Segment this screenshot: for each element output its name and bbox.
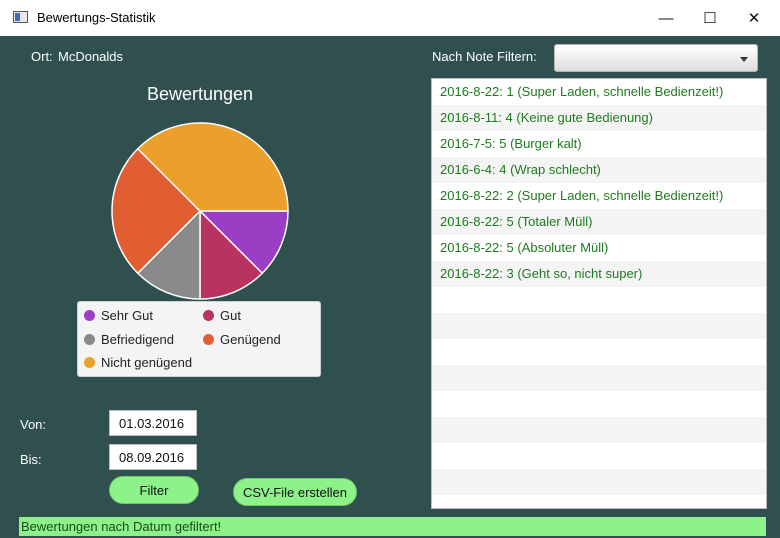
list-item[interactable]: [432, 469, 766, 495]
legend-item-sehr-gut: Sehr Gut: [84, 308, 153, 323]
chart-legend: Sehr Gut Gut Befriedigend Genügend Nicht…: [77, 301, 321, 377]
list-item[interactable]: [432, 391, 766, 417]
legend-label: Befriedigend: [101, 332, 174, 347]
minimize-button[interactable]: —: [643, 0, 689, 36]
legend-label: Nicht genügend: [101, 355, 193, 370]
list-item[interactable]: [432, 287, 766, 313]
grade-filter-select[interactable]: [554, 44, 758, 72]
list-item[interactable]: [432, 365, 766, 391]
close-button[interactable]: ✕: [731, 0, 777, 36]
app-icon: [13, 11, 28, 23]
list-item[interactable]: [432, 443, 766, 469]
filter-button[interactable]: Filter: [109, 476, 199, 504]
legend-item-befriedigend: Befriedigend: [84, 332, 174, 347]
legend-item-nicht-genuegend: Nicht genügend: [84, 355, 192, 370]
list-item[interactable]: 2016-7-5: 5 (Burger kalt): [432, 131, 766, 157]
chevron-down-icon: [740, 57, 748, 62]
filter-label: Nach Note Filtern:: [432, 49, 537, 64]
legend-item-gut: Gut: [203, 308, 241, 323]
legend-dot-gut: [203, 310, 214, 321]
to-date-label: Bis:: [20, 452, 42, 467]
legend-label: Sehr Gut: [101, 308, 154, 323]
csv-export-button[interactable]: CSV-File erstellen: [233, 478, 357, 506]
list-item[interactable]: 2016-8-22: 5 (Totaler Müll): [432, 209, 766, 235]
legend-dot-sehr-gut: [84, 310, 95, 321]
list-item[interactable]: [432, 417, 766, 443]
list-item[interactable]: 2016-6-4: 4 (Wrap schlecht): [432, 157, 766, 183]
legend-label: Gut: [220, 308, 241, 323]
list-item[interactable]: 2016-8-22: 3 (Geht so, nicht super): [432, 261, 766, 287]
title-bar: Bewertungs-Statistik — ☐ ✕: [0, 0, 780, 36]
from-date-input[interactable]: 01.03.2016: [109, 410, 197, 436]
legend-dot-genuegend: [203, 334, 214, 345]
list-item[interactable]: [432, 313, 766, 339]
location-value: McDonalds: [58, 49, 124, 64]
window-title: Bewertungs-Statistik: [37, 10, 156, 25]
main-panel: Ort: McDonalds Nach Note Filtern: Bewert…: [0, 36, 780, 538]
ratings-pie-chart: [111, 122, 289, 300]
ratings-list[interactable]: 2016-8-22: 1 (Super Laden, schnelle Bedi…: [431, 78, 767, 509]
list-item[interactable]: 2016-8-22: 5 (Absoluter Müll): [432, 235, 766, 261]
location-label: Ort:: [31, 49, 53, 64]
legend-dot-nicht-genuegend: [84, 357, 95, 368]
status-bar: Bewertungen nach Datum gefiltert!: [19, 517, 766, 536]
legend-label: Genügend: [220, 332, 281, 347]
legend-item-genuegend: Genügend: [203, 332, 281, 347]
list-item[interactable]: [432, 339, 766, 365]
maximize-button[interactable]: ☐: [687, 0, 733, 36]
chart-title: Bewertungen: [146, 84, 254, 104]
to-date-input[interactable]: 08.09.2016: [109, 444, 197, 470]
legend-dot-befriedigend: [84, 334, 95, 345]
list-item[interactable]: 2016-8-11: 4 (Keine gute Bedienung): [432, 105, 766, 131]
list-item[interactable]: 2016-8-22: 2 (Super Laden, schnelle Bedi…: [432, 183, 766, 209]
from-date-label: Von:: [20, 417, 47, 432]
list-item[interactable]: 2016-8-22: 1 (Super Laden, schnelle Bedi…: [432, 79, 766, 105]
